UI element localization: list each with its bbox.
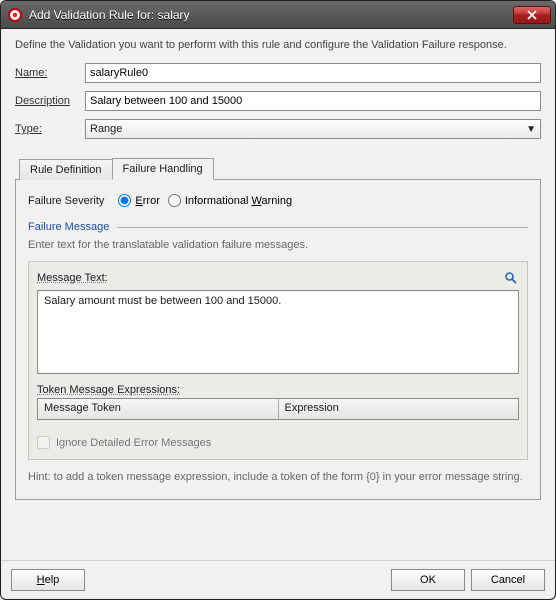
tab-failure-handling[interactable]: Failure Handling	[112, 158, 214, 180]
tab-panel-failure-handling: Failure Severity Error Informational War…	[15, 179, 541, 500]
token-expressions-label: Token Message Expressions:	[37, 384, 519, 396]
name-label: Name:	[15, 67, 85, 79]
intro-text: Define the Validation you want to perfor…	[15, 39, 541, 51]
ignore-checkbox	[37, 436, 50, 449]
message-text-label: Message Text:	[37, 272, 108, 284]
tab-rule-definition[interactable]: Rule Definition	[19, 159, 113, 180]
type-select[interactable]: Range ▼	[85, 119, 541, 139]
app-icon	[7, 7, 23, 23]
tabs: Rule Definition Failure Handling Failure…	[15, 157, 541, 500]
dialog-window: Add Validation Rule for: salary Define t…	[0, 0, 556, 600]
hint-text: Hint: to add a token message expression,…	[28, 470, 528, 485]
failure-message-panel: Message Text: Salary amount must be betw…	[28, 261, 528, 460]
radio-warning-input[interactable]	[168, 194, 181, 207]
message-text-input[interactable]: Salary amount must be between 100 and 15…	[37, 290, 519, 374]
chevron-down-icon: ▼	[526, 124, 536, 135]
failure-severity-row: Failure Severity Error Informational War…	[28, 194, 528, 207]
close-button[interactable]	[513, 6, 551, 24]
ok-button[interactable]: OK	[391, 569, 465, 591]
description-row: Description	[15, 91, 541, 111]
dialog-title: Add Validation Rule for: salary	[29, 8, 513, 22]
titlebar: Add Validation Rule for: salary	[1, 1, 555, 29]
help-button[interactable]: Help	[11, 569, 85, 591]
footer: Help OK Cancel	[1, 560, 555, 599]
failure-message-desc: Enter text for the translatable validati…	[28, 239, 528, 251]
radio-warning[interactable]: Informational Warning	[168, 194, 292, 207]
failure-severity-label: Failure Severity	[28, 195, 104, 207]
type-value: Range	[90, 123, 122, 135]
column-expression: Expression	[279, 399, 519, 419]
name-row: Name:	[15, 63, 541, 83]
type-row: Type: Range ▼	[15, 119, 541, 139]
description-input[interactable]	[85, 91, 541, 111]
token-expressions-table[interactable]: Message Token Expression	[37, 398, 519, 420]
cancel-button[interactable]: Cancel	[471, 569, 545, 591]
radio-error-input[interactable]	[118, 194, 131, 207]
description-label: Description	[15, 95, 85, 107]
dialog-body: Define the Validation you want to perfor…	[1, 29, 555, 560]
type-label: Type:	[15, 123, 85, 135]
name-input[interactable]	[85, 63, 541, 83]
failure-message-title: Failure Message	[28, 221, 528, 233]
radio-error[interactable]: Error	[118, 194, 159, 207]
search-icon[interactable]	[503, 270, 519, 286]
column-message-token: Message Token	[38, 399, 279, 419]
ignore-detailed-errors[interactable]: Ignore Detailed Error Messages	[37, 436, 519, 449]
